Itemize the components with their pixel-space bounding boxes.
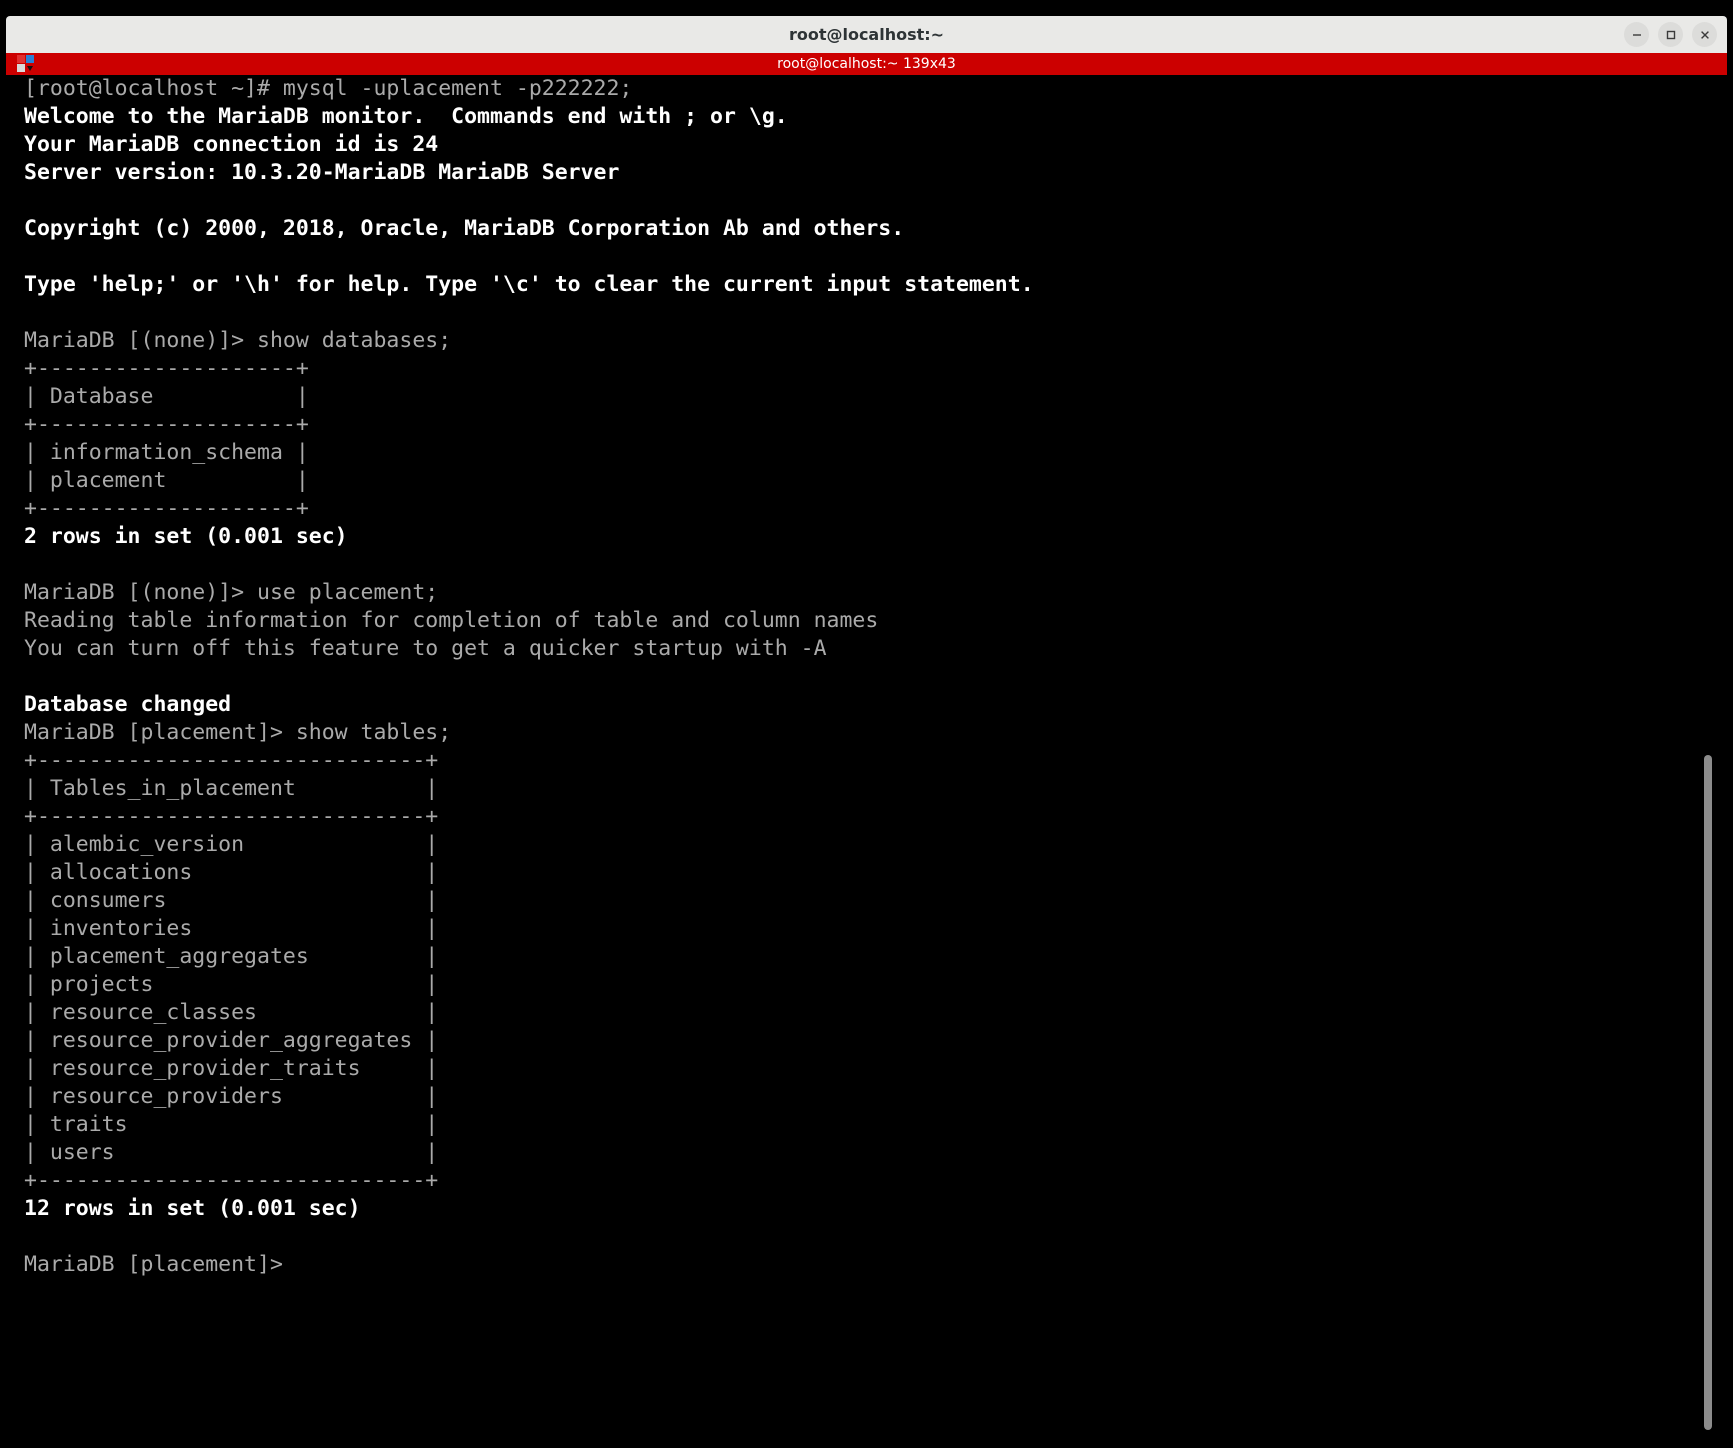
terminal-line: MariaDB [(none)]> show databases;	[24, 328, 452, 353]
close-icon	[1700, 30, 1709, 39]
terminal-line: 2 rows in set (0.001 sec)	[24, 524, 348, 549]
terminal-line: | Database |	[24, 384, 309, 409]
titlebar[interactable]: root@localhost:~	[6, 16, 1727, 53]
terminal-line: +------------------------------+	[24, 1168, 439, 1193]
terminal-line: | consumers |	[24, 888, 439, 913]
scrollbar-thumb[interactable]	[1704, 755, 1712, 1430]
terminal-line: Your MariaDB connection id is 24	[24, 132, 439, 157]
terminal-line: | users |	[24, 1140, 439, 1165]
terminal-line: | inventories |	[24, 916, 439, 941]
terminal-line: | resource_classes |	[24, 1000, 439, 1025]
terminal-line: 12 rows in set (0.001 sec)	[24, 1196, 361, 1221]
terminal-line: Welcome to the MariaDB monitor. Commands…	[24, 104, 788, 129]
minimize-button[interactable]	[1624, 22, 1649, 47]
terminal-line: +--------------------+	[24, 412, 309, 437]
window-title: root@localhost:~	[788, 25, 945, 44]
terminal-line: Type 'help;' or '\h' for help. Type '\c'…	[24, 272, 1034, 297]
terminal-line: Server version: 10.3.20-MariaDB MariaDB …	[24, 160, 620, 185]
terminal-line: You can turn off this feature to get a q…	[24, 636, 827, 661]
close-button[interactable]	[1692, 22, 1717, 47]
terminal-line: | traits |	[24, 1112, 439, 1137]
terminal-output: [root@localhost ~]# mysql -uplacement -p…	[24, 75, 1034, 1279]
minimize-icon	[1632, 33, 1641, 36]
terminal-line: | information_schema |	[24, 440, 309, 465]
terminal-screen[interactable]: [root@localhost ~]# mysql -uplacement -p…	[6, 75, 1727, 1442]
terminal-line: | resource_providers |	[24, 1084, 439, 1109]
tab-title[interactable]: root@localhost:~ 139x43	[6, 53, 1727, 75]
terminal-line: MariaDB [placement]>	[24, 1252, 283, 1277]
terminal-line: +--------------------+	[24, 496, 309, 521]
terminal-scrollbar[interactable]	[1703, 75, 1713, 1442]
terminal-line: +--------------------+	[24, 356, 309, 381]
terminal-line: | resource_provider_traits |	[24, 1056, 439, 1081]
terminal-line: | placement |	[24, 468, 309, 493]
terminal-line: +------------------------------+	[24, 804, 439, 829]
terminal-line: Database changed	[24, 692, 232, 717]
window-top-padding	[0, 0, 1733, 16]
terminal-line: +------------------------------+	[24, 748, 439, 773]
terminal-line: [root@localhost ~]# mysql -uplacement -p…	[24, 76, 633, 101]
terminal-line: | projects |	[24, 972, 439, 997]
maximize-icon	[1666, 30, 1675, 39]
tab-bar[interactable]: root@localhost:~ 139x43	[6, 53, 1727, 75]
terminal-line: | alembic_version |	[24, 832, 439, 857]
terminal-line: MariaDB [(none)]> use placement;	[24, 580, 439, 605]
terminal-line: Reading table information for completion…	[24, 608, 879, 633]
terminal-line: | placement_aggregates |	[24, 944, 439, 969]
maximize-button[interactable]	[1658, 22, 1683, 47]
terminal-window: root@localhost:~ root@localhost:~ 139x43…	[0, 0, 1733, 1448]
terminal-line: MariaDB [placement]> show tables;	[24, 720, 452, 745]
window-controls	[1624, 16, 1717, 53]
terminal-line: Copyright (c) 2000, 2018, Oracle, MariaD…	[24, 216, 905, 241]
terminal-line: | resource_provider_aggregates |	[24, 1028, 439, 1053]
terminal-line: | allocations |	[24, 860, 439, 885]
terminal-line: | Tables_in_placement |	[24, 776, 439, 801]
